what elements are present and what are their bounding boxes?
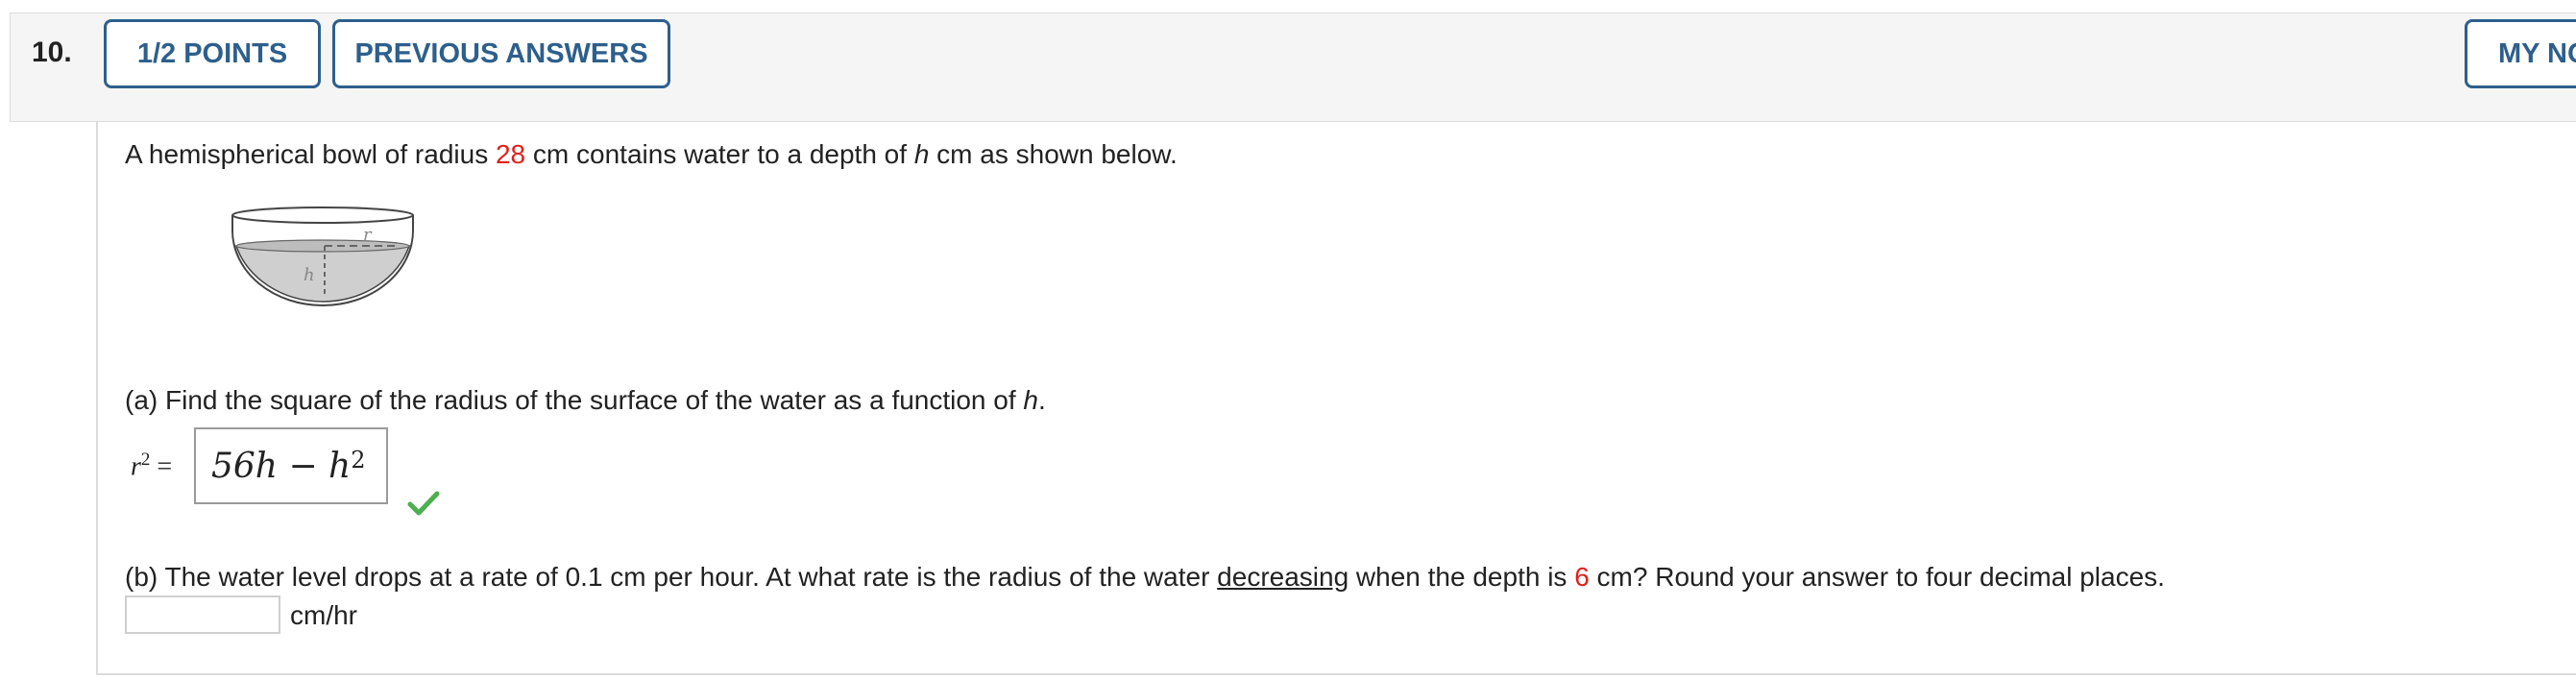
previous-answers-button[interactable]: PREVIOUS ANSWERS (332, 19, 670, 88)
figure-label-r: r (363, 225, 373, 245)
depth-value: 6 (1574, 562, 1590, 592)
radius-value: 28 (495, 139, 526, 169)
part-b-prompt: (b) The water level drops at a rate of 0… (125, 562, 2165, 592)
part-b-unit: cm/hr (290, 600, 357, 630)
hemisphere-bowl-figure: r h (231, 206, 414, 306)
points-button[interactable]: 1/2 POINTS (104, 19, 321, 88)
part-a-prompt: (a) Find the square of the radius of the… (125, 385, 1046, 415)
my-notes-button[interactable]: MY NOTES (2465, 19, 2576, 88)
question-number: 10. (32, 36, 72, 68)
figure-label-h: h (304, 265, 315, 285)
correct-check-icon (407, 491, 440, 516)
part-b-answer-input[interactable] (125, 595, 280, 634)
problem-intro: A hemispherical bowl of radius 28 cm con… (125, 139, 1178, 169)
r-squared-label: r2 = (131, 449, 173, 482)
part-a-answer-field[interactable]: 56h − h2 (194, 427, 388, 504)
